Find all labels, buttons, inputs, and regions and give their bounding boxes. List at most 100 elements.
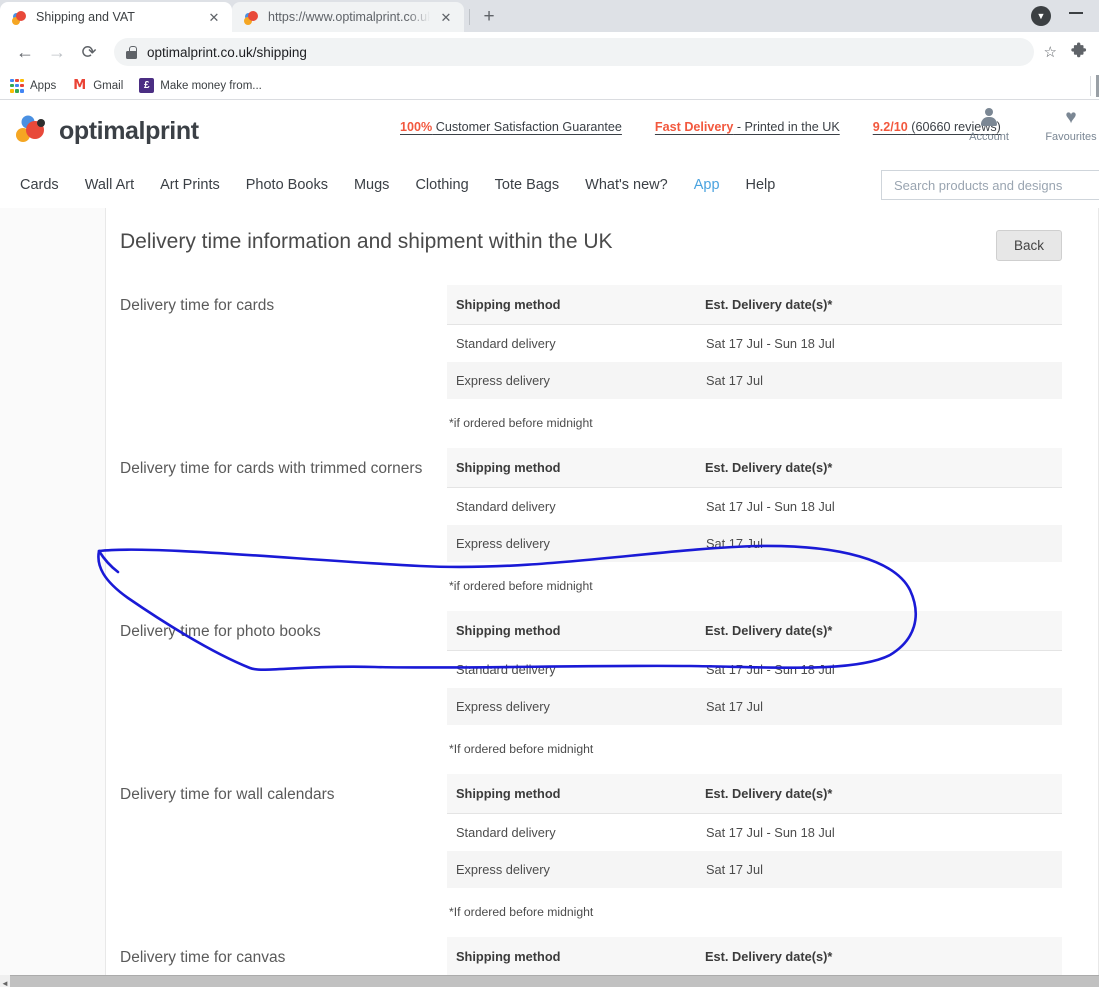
address-bar[interactable]: optimalprint.co.uk/shipping [114,38,1034,66]
cell-date: Sat 17 Jul - Sun 18 Jul [697,813,1062,851]
table-row: Express delivery Sat 17 Jul [447,362,1062,399]
site-header-top: optimalprint 100% Customer Satisfaction … [0,100,1099,162]
tab-strip: Shipping and VAT ✕ https://www.optimalpr… [0,0,1099,32]
promo-link-satisfaction[interactable]: 100% Customer Satisfaction Guarantee [400,120,622,134]
bookmark-label: Make money from... [160,79,262,92]
account-button[interactable]: Account [961,108,1017,143]
site-logo-text: optimalprint [59,116,199,145]
back-icon[interactable]: ← [10,37,40,67]
browser-toolbar: ← → ⟳ optimalprint.co.uk/shipping ☆ [0,32,1099,72]
optimalprint-favicon-icon [12,9,28,25]
table-note: *If ordered before midnight [449,905,594,919]
nav-item-mugs[interactable]: Mugs [354,177,389,193]
favourites-button[interactable]: ♥ Favourites [1043,108,1099,144]
delivery-table: Shipping method Est. Delivery date(s)* S… [447,611,1062,725]
browser-tab-active[interactable]: Shipping and VAT ✕ [0,2,232,32]
reload-icon[interactable]: ⟳ [74,37,104,67]
column-delivery-date: Est. Delivery date(s)* [697,774,1062,814]
cell-method: Express delivery [447,362,697,399]
section-table: Shipping method Est. Delivery date(s)* S… [447,448,1062,593]
bookmark-make-money[interactable]: £ Make money from... [139,78,262,93]
back-button[interactable]: Back [995,230,1062,261]
section-label: Delivery time for cards with trimmed cor… [120,460,423,477]
forward-icon[interactable]: → [42,37,72,67]
nav-item-photo-books[interactable]: Photo Books [246,177,328,193]
browser-tab-inactive[interactable]: https://www.optimalprint.co.uk/p ✕ [232,2,464,32]
delivery-section-photo-books: Delivery time for photo books Shipping m… [120,611,1062,756]
promo-highlight: Fast Delivery [654,120,734,134]
header-account-area: Account ♥ Favourites [961,108,1099,144]
tab-title: Shipping and VAT [36,10,135,24]
pound-icon: £ [139,78,155,93]
nav-item-art-prints[interactable]: Art Prints [160,177,220,193]
cell-method: Express delivery [447,525,697,562]
table-note: *if ordered before midnight [449,579,593,593]
favourites-label: Favourites [1045,131,1097,143]
table-header-row: Shipping method Est. Delivery date(s)* [447,285,1062,325]
section-table: Shipping method Est. Delivery date(s)* S… [447,285,1062,430]
table-note: *if ordered before midnight [449,416,593,430]
column-shipping-method: Shipping method [447,774,697,814]
delivery-section-wall-calendars: Delivery time for wall calendars Shippin… [120,774,1062,919]
table-row: Standard delivery Sat 17 Jul - Sun 18 Ju… [447,813,1062,851]
tab-title: https://www.optimalprint.co.uk/p [268,10,430,24]
cell-method: Standard delivery [447,487,697,525]
column-shipping-method: Shipping method [447,937,697,977]
nav-item-tote-bags[interactable]: Tote Bags [495,177,560,193]
tabstrip-right-controls: ▼ [1031,6,1099,32]
window-minimize-button[interactable] [1069,12,1083,14]
cell-date: Sat 17 Jul [697,688,1062,725]
content-wrapper: Delivery time information and shipment w… [0,208,1099,987]
promo-rest: - Printed in the UK [733,120,840,134]
nav-item-wall-art[interactable]: Wall Art [85,177,134,193]
nav-item-clothing[interactable]: Clothing [415,177,468,193]
table-header-row: Shipping method Est. Delivery date(s)* [447,448,1062,488]
scroll-left-arrow-icon[interactable]: ◄ [0,975,10,987]
site-nav: Cards Wall Art Art Prints Photo Books Mu… [0,162,1099,208]
cell-method: Express delivery [447,851,697,888]
table-row: Standard delivery Sat 17 Jul - Sun 18 Ju… [447,487,1062,525]
bookmark-apps[interactable]: Apps [10,78,56,93]
promo-link-delivery[interactable]: Fast Delivery - Printed in the UK [655,120,840,134]
nav-item-whats-new[interactable]: What's new? [585,177,668,193]
nav-item-help[interactable]: Help [746,177,776,193]
content-card: Delivery time information and shipment w… [105,208,1099,987]
extensions-puzzle-icon[interactable] [1069,42,1089,62]
delivery-section-trimmed-corners: Delivery time for cards with trimmed cor… [120,448,1062,593]
promo-highlight: 100% [400,120,433,134]
cell-method: Standard delivery [447,813,697,851]
delivery-table: Shipping method Est. Delivery date(s)* S… [447,448,1062,562]
bookmarks-bar: Apps M Gmail £ Make money from... [0,72,1099,100]
cell-date: Sat 17 Jul - Sun 18 Jul [697,487,1062,525]
new-tab-button[interactable]: + [475,2,503,30]
site-logo[interactable]: optimalprint [14,114,199,148]
gmail-icon: M [73,78,87,93]
column-delivery-date: Est. Delivery date(s)* [697,448,1062,488]
download-arrow-icon[interactable]: ▼ [1031,6,1051,26]
account-label: Account [969,131,1009,143]
optimalprint-logo-icon [14,114,52,148]
column-shipping-method: Shipping method [447,611,697,651]
column-shipping-method: Shipping method [447,285,697,325]
column-delivery-date: Est. Delivery date(s)* [697,285,1062,325]
table-header-row: Shipping method Est. Delivery date(s)* [447,937,1062,977]
tab-close-icon[interactable]: ✕ [206,9,222,25]
search-input[interactable]: Search products and designs [881,170,1099,200]
tab-close-icon[interactable]: ✕ [438,9,454,25]
table-row: Standard delivery Sat 17 Jul - Sun 18 Ju… [447,650,1062,688]
bookmark-star-icon[interactable]: ☆ [1044,43,1057,61]
cell-date: Sat 17 Jul [697,525,1062,562]
promo-highlight: 9.2/10 [872,120,908,134]
bookmark-gmail[interactable]: M Gmail [72,78,123,93]
table-note: *If ordered before midnight [449,742,594,756]
nav-item-app[interactable]: App [694,177,720,193]
lock-icon [126,45,137,59]
delivery-table: Shipping method Est. Delivery date(s)* S… [447,285,1062,399]
cell-date: Sat 17 Jul - Sun 18 Jul [697,650,1062,688]
horizontal-scrollbar[interactable]: ◄ [0,975,1099,987]
cell-date: Sat 17 Jul [697,851,1062,888]
column-shipping-method: Shipping method [447,448,697,488]
table-row: Express delivery Sat 17 Jul [447,688,1062,725]
card-header: Delivery time information and shipment w… [120,208,1062,267]
nav-item-cards[interactable]: Cards [20,177,59,193]
